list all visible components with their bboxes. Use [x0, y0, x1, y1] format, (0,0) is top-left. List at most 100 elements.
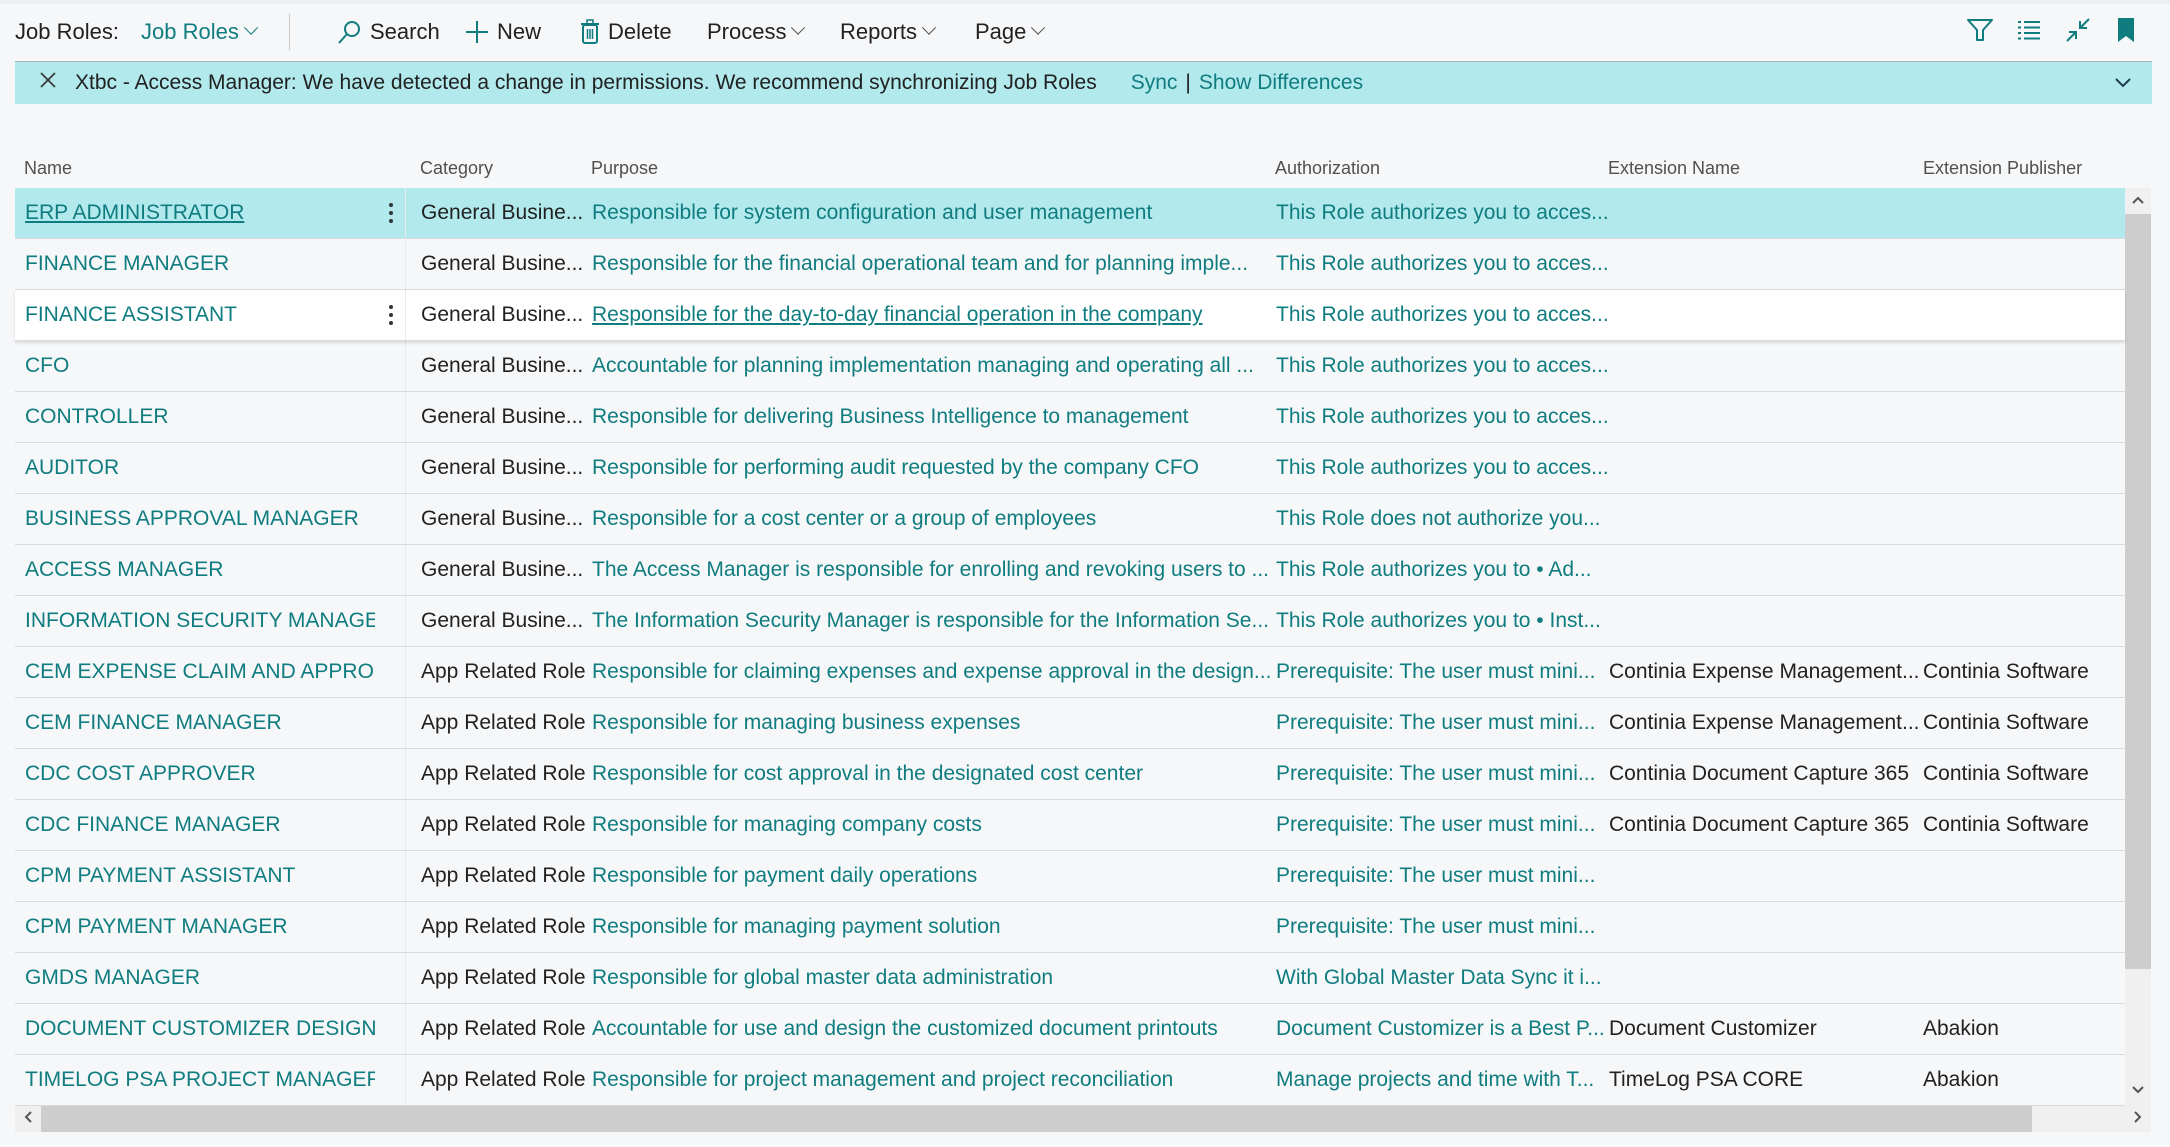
bookmark-button[interactable] — [2108, 14, 2144, 50]
search-button[interactable]: Search — [336, 10, 440, 54]
reports-menu[interactable]: Reports — [840, 10, 937, 54]
table-row[interactable]: AUDITOR General Busine... Responsible for … — [15, 443, 2125, 494]
role-name-link[interactable]: INFORMATION SECURITY MANAGER — [25, 596, 375, 646]
table-row[interactable]: FINANCE MANAGER General Busine... Responsi… — [15, 239, 2125, 290]
filter-button[interactable] — [1962, 14, 1998, 50]
authorization-link[interactable]: Manage projects and time with T... — [1276, 1055, 1611, 1105]
table-row[interactable]: CEM EXPENSE CLAIM AND APPRO... App Relate… — [15, 647, 2125, 698]
purpose-link[interactable]: Accountable for planning implementation … — [592, 341, 1282, 391]
purpose-link[interactable]: Responsible for a cost center or a group… — [592, 494, 1282, 544]
authorization-link[interactable]: Prerequisite: The user must mini... — [1276, 647, 1611, 697]
table-row[interactable]: TIMELOG PSA PROJECT MANAGER App Related R… — [15, 1055, 2125, 1106]
authorization-link[interactable]: This Role authorizes you to • Inst... — [1276, 596, 1611, 646]
role-name-link[interactable]: CFO — [25, 341, 375, 391]
row-actions-button[interactable] — [381, 290, 401, 340]
table-row[interactable]: ACCESS MANAGER General Busine... The Acces… — [15, 545, 2125, 596]
list-view-button[interactable] — [2011, 14, 2047, 50]
table-row[interactable]: CEM FINANCE MANAGER App Related Role Respo… — [15, 698, 2125, 749]
table-row[interactable]: CFO General Busine... Accountable for plan… — [15, 341, 2125, 392]
authorization-link[interactable]: This Role authorizes you to acces... — [1276, 239, 1611, 289]
expand-banner-button[interactable] — [2110, 70, 2136, 96]
purpose-link[interactable]: Responsible for managing company costs — [592, 800, 1282, 850]
authorization-link[interactable]: This Role authorizes you to acces... — [1276, 341, 1611, 391]
purpose-link[interactable]: Responsible for claiming expenses and ex… — [592, 647, 1282, 697]
column-header-name[interactable]: Name — [24, 150, 72, 186]
purpose-link[interactable]: Responsible for system configuration and… — [592, 188, 1282, 238]
purpose-link[interactable]: Responsible for performing audit request… — [592, 443, 1282, 493]
role-name-link[interactable]: ERP ADMINISTRATOR — [25, 188, 375, 238]
role-name-link[interactable]: AUDITOR — [25, 443, 375, 493]
authorization-link[interactable]: This Role does not authorize you... — [1276, 494, 1611, 544]
authorization-link[interactable]: Prerequisite: The user must mini... — [1276, 698, 1611, 748]
vertical-scrollbar[interactable] — [2125, 188, 2151, 1106]
role-name-link[interactable]: ACCESS MANAGER — [25, 545, 375, 595]
role-name-link[interactable]: TIMELOG PSA PROJECT MANAGER — [25, 1055, 375, 1105]
purpose-link[interactable]: Responsible for managing payment solutio… — [592, 902, 1282, 952]
show-differences-link[interactable]: Show Differences — [1199, 71, 1363, 95]
role-name-link[interactable]: CPM PAYMENT MANAGER — [25, 902, 375, 952]
row-actions-button[interactable] — [381, 188, 401, 238]
role-name-link[interactable]: DOCUMENT CUSTOMIZER DESIGN... — [25, 1004, 375, 1054]
authorization-link[interactable]: Prerequisite: The user must mini... — [1276, 800, 1611, 850]
new-button[interactable]: New — [465, 10, 541, 54]
column-header-category[interactable]: Category — [420, 150, 493, 186]
table-row[interactable]: CPM PAYMENT MANAGER App Related Role Respo… — [15, 902, 2125, 953]
dismiss-banner-button[interactable] — [35, 70, 61, 96]
purpose-link[interactable]: Responsible for the financial operationa… — [592, 239, 1282, 289]
scroll-right-button[interactable] — [2125, 1106, 2151, 1132]
vertical-scroll-thumb[interactable] — [2125, 214, 2151, 969]
purpose-link[interactable]: The Information Security Manager is resp… — [592, 596, 1282, 646]
purpose-link[interactable]: Responsible for project management and p… — [592, 1055, 1282, 1105]
table-row[interactable]: INFORMATION SECURITY MANAGER General Busi… — [15, 596, 2125, 647]
scroll-left-button[interactable] — [15, 1106, 41, 1132]
view-selector[interactable]: Job Roles — [141, 10, 258, 54]
column-header-extension-name[interactable]: Extension Name — [1608, 150, 1740, 186]
authorization-link[interactable]: This Role authorizes you to • Ad... — [1276, 545, 1611, 595]
purpose-link[interactable]: Responsible for payment daily operations — [592, 851, 1282, 901]
table-row[interactable]: CPM PAYMENT ASSISTANT App Related Role Res… — [15, 851, 2125, 902]
column-header-purpose[interactable]: Purpose — [591, 150, 658, 186]
authorization-link[interactable]: This Role authorizes you to acces... — [1276, 188, 1611, 238]
purpose-link[interactable]: Responsible for managing business expens… — [592, 698, 1282, 748]
table-row[interactable]: CDC FINANCE MANAGER App Related Role Respo… — [15, 800, 2125, 851]
role-name-link[interactable]: GMDS MANAGER — [25, 953, 375, 1003]
purpose-link[interactable]: The Access Manager is responsible for en… — [592, 545, 1282, 595]
table-row[interactable]: DOCUMENT CUSTOMIZER DESIGN... App Related… — [15, 1004, 2125, 1055]
table-row[interactable]: ERP ADMINISTRATOR General Busine... Respon… — [15, 188, 2125, 239]
horizontal-scroll-thumb[interactable] — [41, 1106, 2032, 1132]
scroll-down-button[interactable] — [2125, 1078, 2151, 1104]
role-name-link[interactable]: BUSINESS APPROVAL MANAGER — [25, 494, 375, 544]
process-menu[interactable]: Process — [707, 10, 806, 54]
delete-button[interactable]: Delete — [580, 10, 672, 54]
authorization-link[interactable]: With Global Master Data Sync it i... — [1276, 953, 1611, 1003]
horizontal-scrollbar[interactable] — [15, 1106, 2151, 1132]
role-name-link[interactable]: CEM FINANCE MANAGER — [25, 698, 375, 748]
purpose-link[interactable]: Responsible for cost approval in the des… — [592, 749, 1282, 799]
authorization-link[interactable]: This Role authorizes you to acces... — [1276, 290, 1611, 340]
role-name-link[interactable]: CDC COST APPROVER — [25, 749, 375, 799]
purpose-link[interactable]: Responsible for delivering Business Inte… — [592, 392, 1282, 442]
authorization-link[interactable]: Prerequisite: The user must mini... — [1276, 902, 1611, 952]
role-name-link[interactable]: FINANCE ASSISTANT — [25, 290, 375, 340]
role-name-link[interactable]: CDC FINANCE MANAGER — [25, 800, 375, 850]
column-header-extension-publisher[interactable]: Extension Publisher — [1923, 150, 2082, 186]
role-name-link[interactable]: CPM PAYMENT ASSISTANT — [25, 851, 375, 901]
authorization-link[interactable]: This Role authorizes you to acces... — [1276, 392, 1611, 442]
table-row[interactable]: CONTROLLER General Busine... Responsible f… — [15, 392, 2125, 443]
sync-link[interactable]: Sync — [1131, 71, 1178, 95]
role-name-link[interactable]: CONTROLLER — [25, 392, 375, 442]
table-row[interactable]: FINANCE ASSISTANT General Busine... Respon… — [15, 290, 2125, 341]
authorization-link[interactable]: This Role authorizes you to acces... — [1276, 443, 1611, 493]
scroll-up-button[interactable] — [2125, 188, 2151, 214]
column-header-authorization[interactable]: Authorization — [1275, 150, 1380, 186]
purpose-link[interactable]: Accountable for use and design the custo… — [592, 1004, 1282, 1054]
collapse-button[interactable] — [2060, 14, 2096, 50]
purpose-link[interactable]: Responsible for the day-to-day financial… — [592, 290, 1282, 340]
table-row[interactable]: BUSINESS APPROVAL MANAGER General Busine.… — [15, 494, 2125, 545]
authorization-link[interactable]: Prerequisite: The user must mini... — [1276, 851, 1611, 901]
authorization-link[interactable]: Document Customizer is a Best P... — [1276, 1004, 1611, 1054]
purpose-link[interactable]: Responsible for global master data admin… — [592, 953, 1282, 1003]
role-name-link[interactable]: FINANCE MANAGER — [25, 239, 375, 289]
table-row[interactable]: CDC COST APPROVER App Related Role Respons… — [15, 749, 2125, 800]
role-name-link[interactable]: CEM EXPENSE CLAIM AND APPRO... — [25, 647, 375, 697]
